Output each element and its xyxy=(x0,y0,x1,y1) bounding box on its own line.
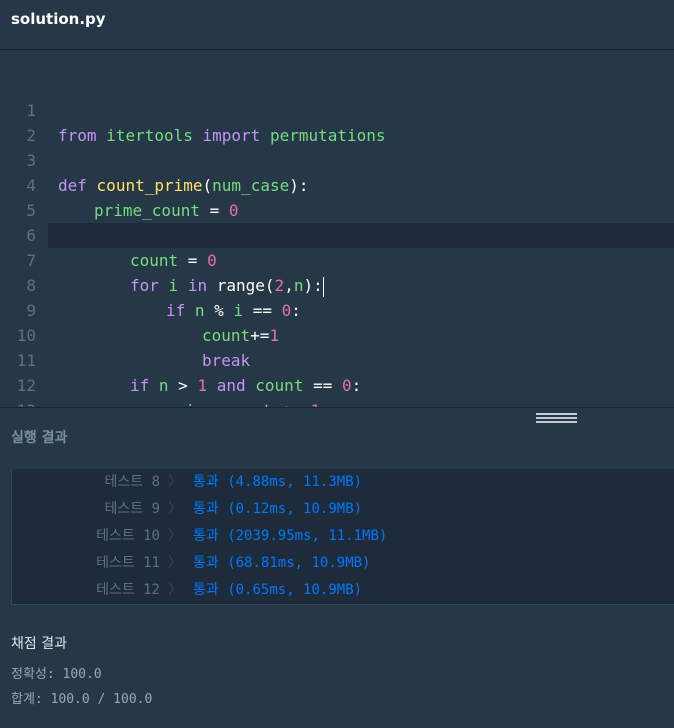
code-line: 6 count = 0 xyxy=(0,198,674,270)
test-status: 통과 (0.12ms, 10.9MB) xyxy=(193,501,363,517)
code-line: 12 prime_count += 1 xyxy=(0,348,674,407)
result-row: 테스트 12 〉 통과 (0.65ms, 10.9MB) xyxy=(12,577,674,604)
code-line: 14 xyxy=(0,398,674,407)
score-heading: 채점 결과 xyxy=(11,636,67,652)
test-name: 테스트 11 xyxy=(96,555,160,571)
code-line: 5 for n in num_case: xyxy=(0,173,674,245)
file-title: solution.py xyxy=(11,10,106,28)
test-name: 테스트 10 xyxy=(96,528,160,544)
result-row: 테스트 8 〉 통과 (4.88ms, 11.3MB) xyxy=(12,469,674,496)
chevron-right-icon: 〉 xyxy=(168,528,182,544)
resize-handle-icon[interactable] xyxy=(536,413,577,423)
code-editor[interactable]: 1 from itertools import permutations 2 3… xyxy=(0,51,674,407)
active-code-line: 7 for i in range(2,n): xyxy=(26,223,674,297)
chevron-right-icon: 〉 xyxy=(168,501,182,517)
chevron-right-icon: 〉 xyxy=(168,555,182,571)
code-line: 10 break xyxy=(0,298,674,370)
test-status: 통과 (68.81ms, 10.9MB) xyxy=(193,555,371,571)
total-score: 합계: 100.0 / 100.0 xyxy=(11,692,153,707)
test-status: 통과 (0.65ms, 10.9MB) xyxy=(193,582,363,598)
file-header: solution.py xyxy=(0,0,674,50)
run-result-heading: 실행 결과 xyxy=(11,430,68,446)
panel-divider xyxy=(0,407,674,408)
test-status: 통과 (4.88ms, 11.3MB) xyxy=(193,474,363,490)
code-line: 3 def count_prime(num_case): xyxy=(0,123,674,195)
accuracy-score: 정확성: 100.0 xyxy=(11,667,102,682)
chevron-right-icon: 〉 xyxy=(168,474,182,490)
code-line: 8 if n % i == 0: xyxy=(0,248,674,320)
test-name: 테스트 8 xyxy=(104,474,161,490)
line-number: 6 xyxy=(26,226,36,245)
chevron-right-icon: 〉 xyxy=(168,582,182,598)
result-row: 테스트 11 〉 통과 (68.81ms, 10.9MB) xyxy=(12,550,674,577)
code-line: 1 from itertools import permutations xyxy=(0,73,674,145)
code-line: 9 count+=1 xyxy=(0,273,674,345)
test-name: 테스트 12 xyxy=(96,582,160,598)
code-line: 4 prime_count = 0 xyxy=(0,148,674,220)
test-status: 통과 (2039.95ms, 11.1MB) xyxy=(193,528,388,544)
result-row: 테스트 10 〉 통과 (2039.95ms, 11.1MB) xyxy=(12,523,674,550)
result-row: 테스트 9 〉 통과 (0.12ms, 10.9MB) xyxy=(12,496,674,523)
test-name: 테스트 9 xyxy=(104,501,161,517)
code-line: 11 if n > 1 and count == 0: xyxy=(0,323,674,395)
code-line: 13 return prime_count xyxy=(0,373,674,407)
code-line: 2 xyxy=(0,98,674,145)
run-results-panel[interactable]: 테스트 8 〉 통과 (4.88ms, 11.3MB) 테스트 9 〉 통과 (… xyxy=(11,469,674,605)
